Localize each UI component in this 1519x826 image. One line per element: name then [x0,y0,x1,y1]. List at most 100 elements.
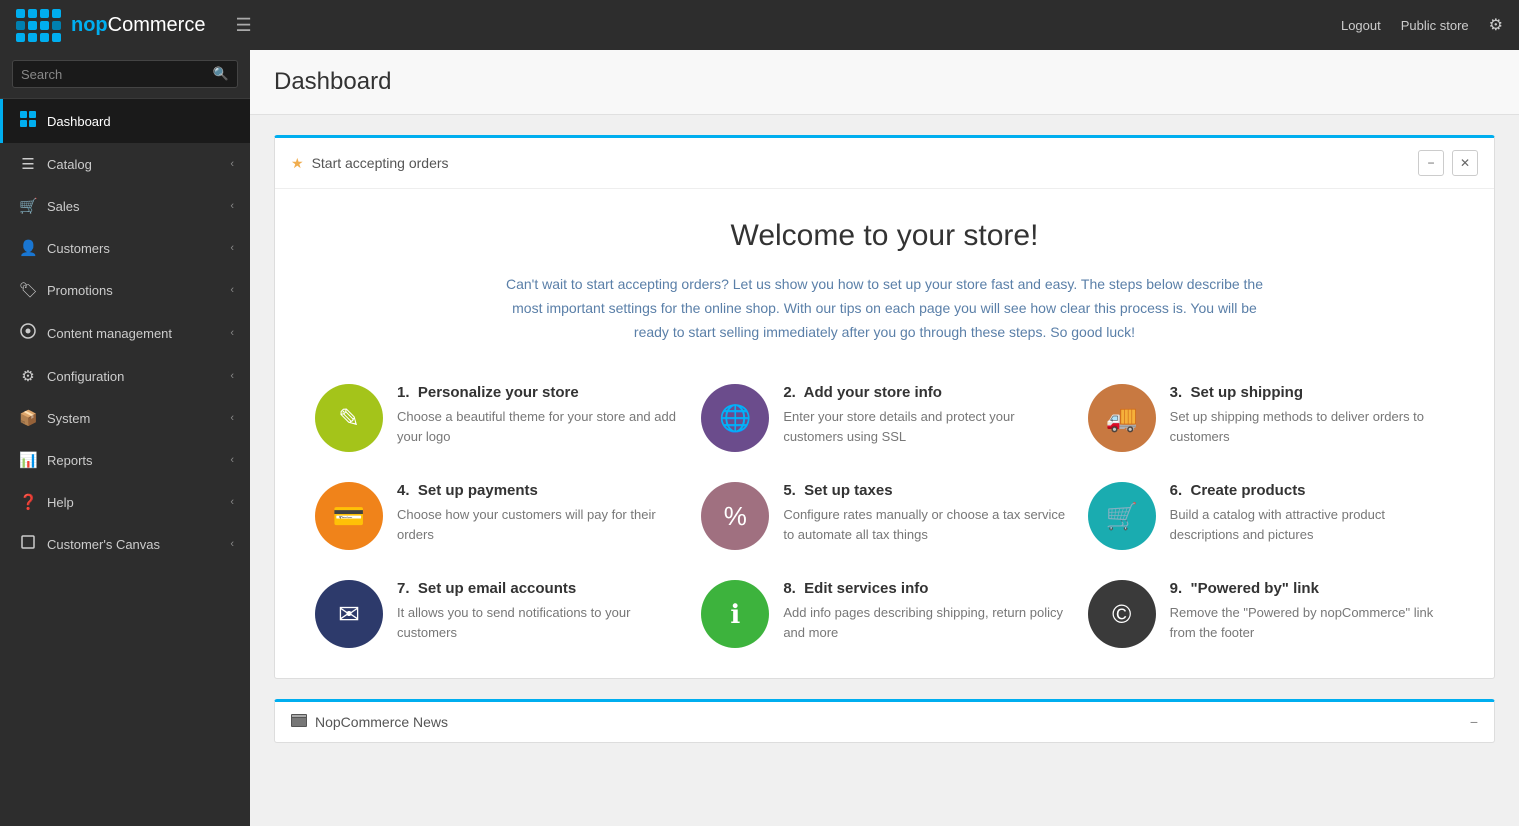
system-icon: 📦 [19,409,37,427]
chevron-right-icon: ‹ [230,454,234,466]
nav-item-left: Customer's Canvas [19,535,160,553]
logo-accent: nop [71,14,108,36]
page-header: Dashboard [250,50,1519,115]
sidebar-item-content-management[interactable]: Content management ‹ [0,311,250,355]
step-icon-2: 🌐 [701,384,769,452]
step-content-2: 2. Add your store info Enter your store … [783,384,1067,446]
configuration-icon: ⚙ [19,367,37,385]
news-minimize-icon[interactable]: − [1470,714,1478,730]
step-item[interactable]: ✎ 1. Personalize your store Choose a bea… [315,384,681,452]
nav-item-left: 📊 Reports [19,451,93,469]
topbar-right: Logout Public store ⚙ [1341,15,1503,35]
chevron-right-icon: ‹ [230,284,234,296]
content-area: Dashboard ★ Start accepting orders − ✕ W… [250,50,1519,826]
step-icon-4: 💳 [315,482,383,550]
step-icon-3: 🚚 [1088,384,1156,452]
help-icon: ❓ [19,493,37,511]
step-desc-9: Remove the "Powered by nopCommerce" link… [1170,603,1454,642]
minimize-button[interactable]: − [1418,150,1444,176]
step-icon-7: ✉ [315,580,383,648]
nav-item-left: ❓ Help [19,493,74,511]
card-body: Welcome to your store! Can't wait to sta… [275,189,1494,678]
step-title-5: 5. Set up taxes [783,482,1067,499]
customers-icon: 👤 [19,239,37,257]
step-desc-2: Enter your store details and protect you… [783,407,1067,446]
step-title-9: 9. "Powered by" link [1170,580,1454,597]
step-content-7: 7. Set up email accounts It allows you t… [397,580,681,642]
sidebar-item-system[interactable]: 📦 System ‹ [0,397,250,439]
step-item[interactable]: 🛒 6. Create products Build a catalog wit… [1088,482,1454,550]
sidebar-item-configuration[interactable]: ⚙ Configuration ‹ [0,355,250,397]
sidebar-item-catalog[interactable]: ☰ Catalog ‹ [0,143,250,185]
nav-item-left: ☰ Catalog [19,155,92,173]
step-item[interactable]: 💳 4. Set up payments Choose how your cus… [315,482,681,550]
nav-item-left: 🏷 Promotions [19,281,113,299]
step-title-1: 1. Personalize your store [397,384,681,401]
sidebar-item-sales[interactable]: 🛒 Sales ‹ [0,185,250,227]
topbar-left: nopCommerce ☰ [16,9,252,42]
step-desc-5: Configure rates manually or choose a tax… [783,505,1067,544]
step-title-6: 6. Create products [1170,482,1454,499]
public-store-link[interactable]: Public store [1401,18,1469,33]
settings-icon[interactable]: ⚙ [1489,15,1503,35]
reports-icon: 📊 [19,451,37,469]
sidebar-item-label-dashboard: Dashboard [47,114,111,129]
step-desc-3: Set up shipping methods to deliver order… [1170,407,1454,446]
card-header-left: ★ Start accepting orders [291,155,449,172]
dashboard-icon [19,111,37,131]
sidebar-item-reports[interactable]: 📊 Reports ‹ [0,439,250,481]
nav-item-left: 👤 Customers [19,239,110,257]
step-item[interactable]: ℹ 8. Edit services info Add info pages d… [701,580,1067,648]
logout-link[interactable]: Logout [1341,18,1381,33]
step-item[interactable]: © 9. "Powered by" link Remove the "Power… [1088,580,1454,648]
sidebar: 🔍 Dashboard ☰ Catalog ‹ [0,50,250,826]
step-item[interactable]: 🌐 2. Add your store info Enter your stor… [701,384,1067,452]
sidebar-item-label-reports: Reports [47,453,93,468]
nav-item-left: 🛒 Sales [19,197,80,215]
sidebar-item-dashboard[interactable]: Dashboard [0,99,250,143]
search-icon: 🔍 [213,66,229,82]
card-header-actions: − ✕ [1418,150,1478,176]
sidebar-nav: Dashboard ☰ Catalog ‹ 🛒 Sales ‹ [0,99,250,826]
logo-text: nopCommerce [71,14,205,37]
step-content-4: 4. Set up payments Choose how your custo… [397,482,681,544]
logo-dots [16,9,61,42]
promotions-icon: 🏷 [19,281,37,299]
step-item[interactable]: % 5. Set up taxes Configure rates manual… [701,482,1067,550]
sidebar-item-label-canvas: Customer's Canvas [47,537,160,552]
step-item[interactable]: 🚚 3. Set up shipping Set up shipping met… [1088,384,1454,452]
sidebar-item-customers-canvas[interactable]: Customer's Canvas ‹ [0,523,250,565]
close-button[interactable]: ✕ [1452,150,1478,176]
card-header: ★ Start accepting orders − ✕ [275,138,1494,189]
sidebar-item-help[interactable]: ❓ Help ‹ [0,481,250,523]
chevron-right-icon: ‹ [230,538,234,550]
content-icon [19,323,37,343]
step-item[interactable]: ✉ 7. Set up email accounts It allows you… [315,580,681,648]
card-header-title: Start accepting orders [312,155,449,171]
step-title-7: 7. Set up email accounts [397,580,681,597]
step-title-8: 8. Edit services info [783,580,1067,597]
sidebar-item-label-promotions: Promotions [47,283,113,298]
chevron-right-icon: ‹ [230,370,234,382]
steps-grid: ✎ 1. Personalize your store Choose a bea… [315,384,1454,648]
chevron-right-icon: ‹ [230,412,234,424]
sidebar-item-promotions[interactable]: 🏷 Promotions ‹ [0,269,250,311]
search-input[interactable] [21,67,213,82]
welcome-title: Welcome to your store! [315,219,1454,253]
news-header-left: NopCommerce News [291,714,448,730]
sidebar-item-label-configuration: Configuration [47,369,124,384]
step-title-3: 3. Set up shipping [1170,384,1454,401]
news-card-title: NopCommerce News [315,714,448,730]
step-content-8: 8. Edit services info Add info pages des… [783,580,1067,642]
sidebar-search-inner: 🔍 [12,60,238,88]
sidebar-item-label-customers: Customers [47,241,110,256]
chevron-right-icon: ‹ [230,496,234,508]
hamburger-icon[interactable]: ☰ [235,15,251,36]
news-card-header: NopCommerce News − [275,702,1494,742]
nav-item-left: 📦 System [19,409,90,427]
sidebar-item-customers[interactable]: 👤 Customers ‹ [0,227,250,269]
welcome-desc: Can't wait to start accepting orders? Le… [495,273,1275,344]
chevron-right-icon: ‹ [230,242,234,254]
step-desc-6: Build a catalog with attractive product … [1170,505,1454,544]
sidebar-item-label-system: System [47,411,90,426]
